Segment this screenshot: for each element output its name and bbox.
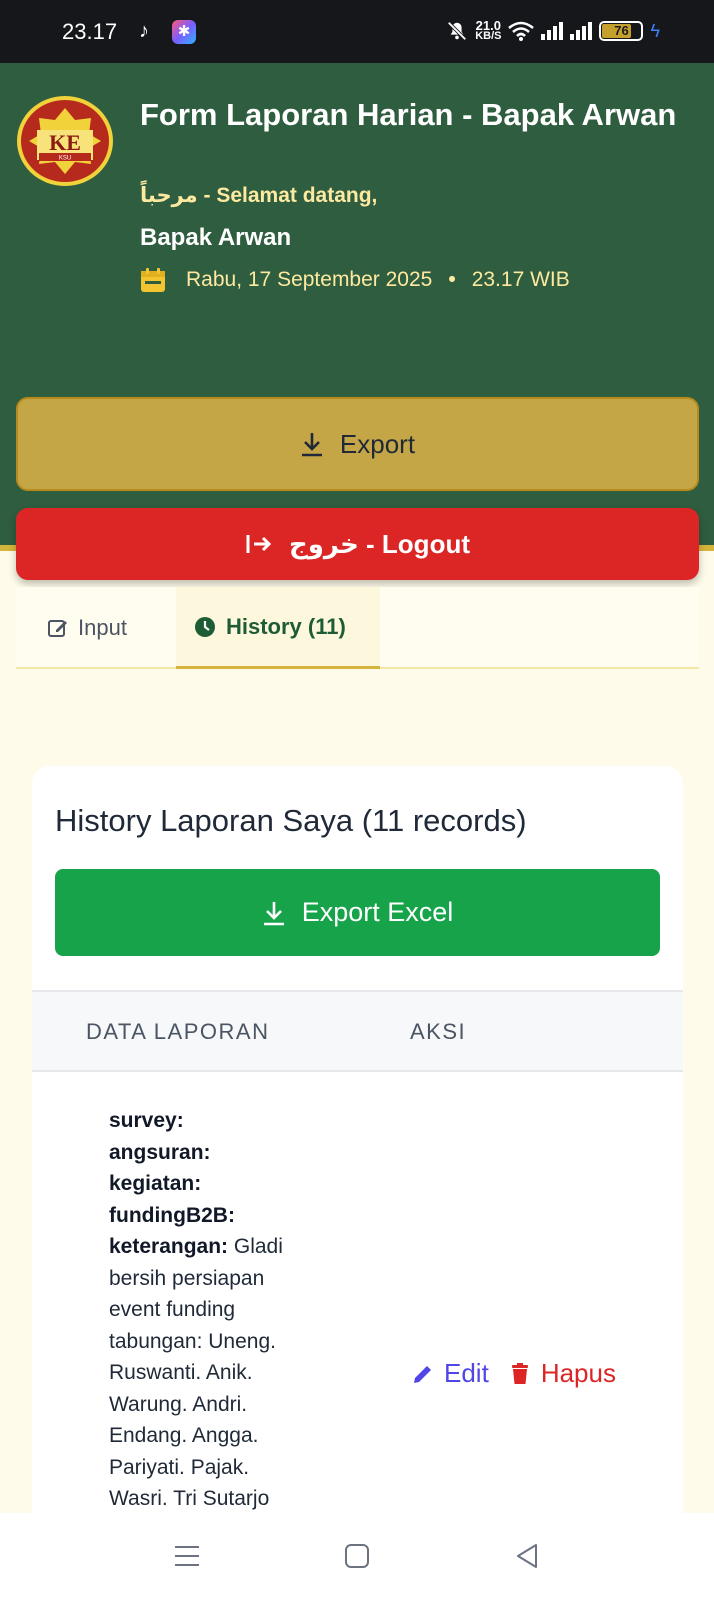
svg-text:KSU: KSU — [59, 156, 71, 162]
date-time-line: Rabu, 17 September 2025 • 23.17 WIB — [140, 267, 570, 293]
page-title: Form Laporan Harian - Bapak Arwan — [140, 97, 677, 132]
field-key: keterangan: — [109, 1235, 229, 1258]
net-speed: 21.0 KB/S — [475, 18, 502, 42]
download-icon — [301, 433, 322, 457]
tab-history[interactable]: History (11) — [176, 587, 380, 669]
history-card: History Laporan Saya (11 records) Export… — [32, 766, 683, 1599]
back-icon[interactable] — [512, 1541, 542, 1571]
table-row: survey: angsuran: kegiatan: fundingB2B: … — [109, 1105, 309, 1515]
row-actions: Edit Hapus — [412, 1358, 616, 1389]
download-icon — [263, 901, 284, 925]
status-bar: 23.17 ♪ ✱ 21.0 KB/S 76 ϟ — [0, 0, 714, 63]
clock-icon — [195, 616, 215, 637]
ksu-logo: KE KSU — [17, 96, 113, 186]
signal-icon — [541, 22, 564, 40]
logout-label: خروج - Logout — [289, 528, 470, 559]
current-date: Rabu, 17 September 2025 — [186, 268, 433, 291]
app-icon: ✱ — [172, 20, 196, 44]
export-label: Export — [339, 428, 416, 459]
signal-icon-2 — [570, 22, 593, 40]
field-key: angsuran: — [109, 1140, 211, 1164]
logout-icon — [246, 535, 272, 553]
tab-input[interactable]: Input — [48, 587, 127, 669]
mute-icon — [447, 21, 467, 41]
tab-input-label: Input — [78, 615, 127, 640]
calendar-icon — [141, 268, 165, 292]
svg-text:KE: KE — [49, 130, 81, 155]
delete-button[interactable]: Hapus — [511, 1358, 616, 1389]
field-key: kegiatan: — [109, 1172, 202, 1195]
status-icons: 21.0 KB/S 76 ϟ — [446, 18, 660, 44]
field-key: survey: — [109, 1109, 184, 1132]
column-header-data: DATA LAPORAN — [86, 1019, 270, 1044]
menu-icon[interactable] — [172, 1541, 202, 1571]
tiktok-icon: ♪ — [139, 20, 149, 42]
welcome-text: مرحباً - Selamat datang, — [140, 184, 378, 207]
tab-history-label: History (11) — [226, 613, 346, 639]
export-excel-label: Export Excel — [301, 897, 454, 927]
wifi-icon — [508, 21, 535, 41]
edit-square-icon — [48, 620, 67, 637]
column-header-aksi: AKSI — [410, 1019, 467, 1044]
edit-label: Edit — [444, 1358, 489, 1388]
tab-bar: Input History (11) — [16, 587, 699, 669]
trash-icon — [511, 1362, 528, 1384]
charging-icon: ϟ — [650, 20, 660, 41]
logout-button[interactable]: خروج - Logout — [16, 508, 699, 580]
table-header: DATA LAPORAN AKSI — [32, 990, 683, 1072]
history-title: History Laporan Saya (11 records) — [55, 803, 527, 838]
battery-icon: 76 — [599, 21, 644, 41]
app-header: KE KSU Form Laporan Harian - Bapak Arwan… — [0, 63, 714, 580]
system-nav-bar — [0, 1513, 714, 1599]
delete-label: Hapus — [540, 1358, 616, 1388]
export-button[interactable]: Export — [16, 397, 699, 491]
field-key: fundingB2B: — [109, 1203, 235, 1227]
field-value: Gladi bersih persiapan event funding tab… — [109, 1235, 283, 1510]
separator-dot: • — [448, 268, 456, 291]
pencil-icon — [414, 1365, 431, 1383]
current-time: 23.17 WIB — [471, 268, 570, 291]
user-name: Bapak Arwan — [140, 224, 292, 251]
status-time: 23.17 — [62, 19, 118, 44]
home-icon[interactable] — [342, 1541, 372, 1571]
export-excel-button[interactable]: Export Excel — [55, 869, 660, 956]
edit-button[interactable]: Edit — [412, 1358, 489, 1389]
